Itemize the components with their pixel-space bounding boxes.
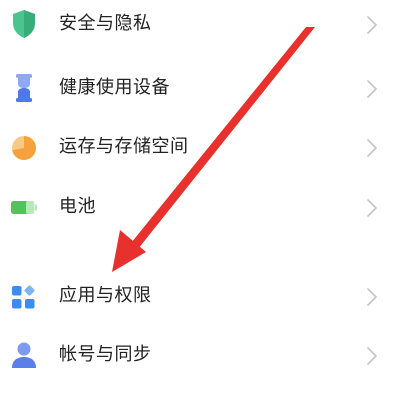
chevron-right-icon bbox=[366, 15, 378, 35]
settings-item-digital-wellbeing[interactable]: 健康使用设备 bbox=[0, 60, 412, 116]
settings-item-battery[interactable]: 电池 bbox=[0, 179, 412, 235]
settings-item-label: 帐号与同步 bbox=[59, 344, 152, 365]
chevron-right-icon bbox=[366, 79, 378, 99]
settings-item-apps-permissions[interactable]: 应用与权限 bbox=[0, 268, 412, 324]
settings-item-memory-storage[interactable]: 运存与存储空间 bbox=[0, 119, 412, 175]
settings-item-accounts-sync[interactable]: 帐号与同步 bbox=[0, 327, 412, 383]
chevron-right-icon bbox=[366, 287, 378, 307]
battery-icon bbox=[10, 191, 38, 223]
pie-chart-icon bbox=[10, 131, 38, 163]
chevron-right-icon bbox=[366, 138, 378, 158]
chevron-right-icon bbox=[366, 198, 378, 218]
settings-item-label: 应用与权限 bbox=[59, 285, 152, 306]
settings-item-label: 安全与隐私 bbox=[59, 13, 152, 34]
settings-item-label: 运存与存储空间 bbox=[59, 136, 189, 157]
settings-item-security-privacy[interactable]: 安全与隐私 bbox=[0, 0, 412, 56]
apps-grid-icon bbox=[10, 280, 38, 312]
chevron-right-icon bbox=[366, 346, 378, 366]
settings-item-label: 电池 bbox=[59, 196, 96, 217]
hourglass-icon bbox=[10, 72, 38, 104]
user-icon bbox=[10, 339, 38, 371]
settings-list: 安全与隐私 健康使用设备 运存与存储空间 电池 应用与权限 帐号与同步 bbox=[0, 0, 412, 398]
shield-icon bbox=[10, 8, 38, 40]
settings-item-label: 健康使用设备 bbox=[59, 77, 170, 98]
